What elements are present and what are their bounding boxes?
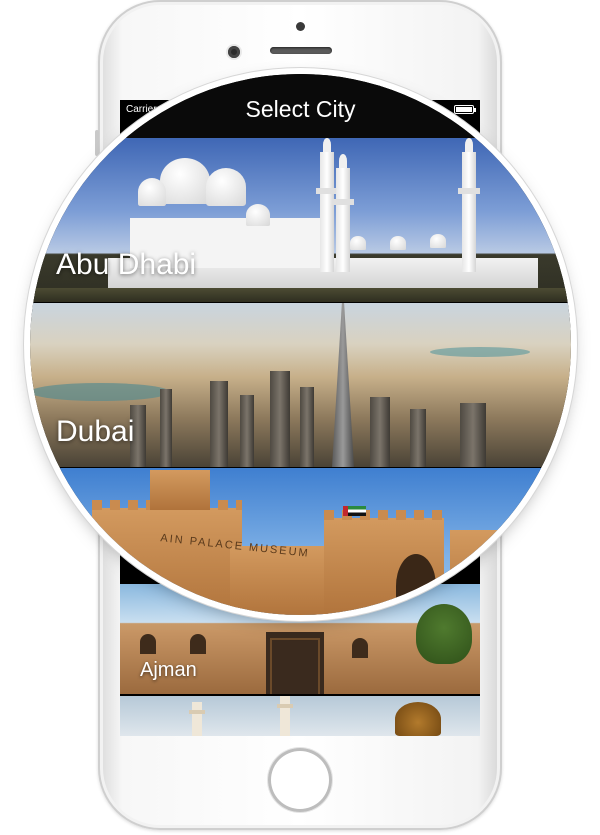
city-row-next[interactable] (120, 696, 480, 736)
minaret (332, 154, 354, 272)
mosque-dome (350, 236, 366, 250)
fort-gate-arch (396, 554, 436, 615)
minaret-icon (277, 696, 293, 736)
fort-right-tower (450, 530, 510, 615)
minaret (458, 138, 480, 272)
mosque-dome (430, 234, 446, 248)
ajman-gate (266, 632, 324, 694)
fort-top-tower (150, 470, 210, 510)
city-row-dubai[interactable]: Dubai (30, 303, 571, 467)
city-name-ajman: Ajman (140, 659, 197, 681)
city-row-al-ain[interactable]: AIN PALACE MUSEUM (30, 468, 571, 615)
ajman-window (140, 634, 156, 654)
fort-left-tower (92, 508, 242, 615)
city-name-dubai: Dubai (56, 415, 135, 448)
mosque-dome (206, 168, 246, 206)
building (210, 381, 228, 467)
uae-flag-stripe (343, 506, 348, 516)
fort-crenellation (324, 510, 444, 520)
city-name-abu-dhabi: Abu Dhabi (56, 248, 197, 281)
building (300, 387, 314, 467)
navigation-bar: Carrier Select City (30, 74, 571, 138)
mosque-dome (160, 158, 210, 204)
mosque-dome (390, 236, 406, 250)
minaret (316, 138, 338, 272)
coffee-pot-statue (395, 702, 441, 736)
lake (430, 347, 530, 357)
burj-khalifa (332, 303, 354, 467)
ajman-window (190, 634, 206, 654)
creek (30, 383, 170, 401)
earpiece-speaker (270, 47, 332, 54)
ajman-window (352, 638, 368, 658)
mosque-dome (138, 178, 166, 206)
building (160, 389, 172, 467)
minaret-icon (189, 702, 205, 736)
magnifier-lens: Carrier Select City Abu Dhabi Dubai AIN … (30, 74, 571, 615)
home-button[interactable] (268, 748, 332, 812)
building (370, 397, 390, 467)
page-title: Select City (245, 96, 356, 122)
uae-flag-icon (348, 506, 366, 516)
palm-trees (30, 288, 571, 302)
mosque-dome (246, 204, 270, 226)
building (270, 371, 290, 467)
front-camera-icon (228, 46, 240, 58)
building (240, 395, 254, 467)
proximity-sensor-icon (296, 22, 305, 31)
building (410, 409, 426, 467)
city-row-abu-dhabi[interactable]: Abu Dhabi (30, 138, 571, 302)
building (460, 403, 486, 467)
